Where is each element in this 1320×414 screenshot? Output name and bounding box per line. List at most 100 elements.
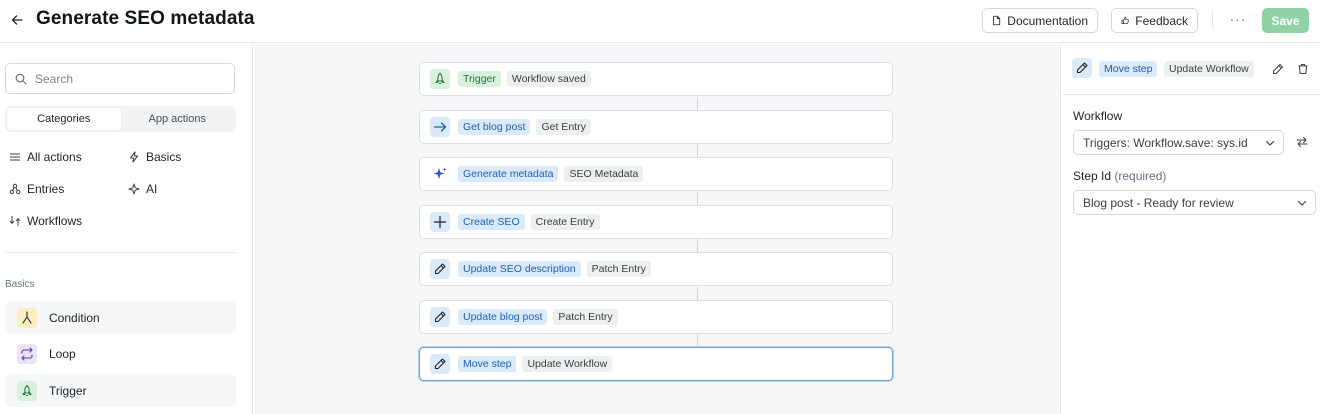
step-type-tag: Get Entry xyxy=(536,119,591,135)
step-update-seo-description[interactable]: Update SEO description Patch Entry xyxy=(419,252,893,286)
tab-categories[interactable]: Categories xyxy=(7,108,121,130)
swap-icon xyxy=(1296,137,1308,147)
basics-condition[interactable]: Condition xyxy=(5,301,236,334)
search-icon xyxy=(15,73,27,85)
step-update-blog-post[interactable]: Update blog post Patch Entry xyxy=(419,300,893,334)
step-action-tag: Update blog post xyxy=(458,309,548,325)
top-bar: Generate SEO metadata Documentation Feed… xyxy=(0,0,1320,43)
nav-entries[interactable]: Entries xyxy=(9,182,64,196)
header-divider xyxy=(1212,11,1213,30)
step-action-tag: Trigger xyxy=(458,71,501,87)
trigger-icon xyxy=(430,69,450,89)
step-config-panel: Move step Update Workflow Workflow Trigg… xyxy=(1060,44,1320,414)
loop-icon xyxy=(17,343,37,364)
documentation-button[interactable]: Documentation xyxy=(982,8,1098,33)
step-type-tag: Patch Entry xyxy=(586,261,651,277)
step-action-tag: Create SEO xyxy=(458,214,525,230)
panel-header: Move step Update Workflow xyxy=(1061,44,1320,95)
edit-step-button[interactable] xyxy=(1267,58,1289,80)
trigger-icon xyxy=(17,380,37,401)
page-title: Generate SEO metadata xyxy=(36,8,255,29)
pencil-icon xyxy=(430,259,450,279)
bolt-icon xyxy=(129,151,139,163)
connector xyxy=(697,97,698,110)
step-move-step[interactable]: Move step Update Workflow xyxy=(419,347,893,381)
connector xyxy=(697,239,698,252)
search-input[interactable] xyxy=(35,71,215,86)
step-action-tag: Move step xyxy=(458,356,517,372)
document-icon xyxy=(993,15,1001,26)
nav-basics-label: Basics xyxy=(146,150,182,164)
entries-icon xyxy=(9,183,21,195)
arrow-right-icon xyxy=(430,117,450,137)
chevron-down-icon xyxy=(1265,140,1275,146)
nav-workflows[interactable]: Workflows xyxy=(9,214,82,228)
step-id-label: Step Id xyxy=(1073,169,1112,183)
step-action-tag: Get blog post xyxy=(458,119,531,135)
connector xyxy=(697,334,698,347)
step-id-field-label: Step Id (required) xyxy=(1073,169,1166,183)
required-label: (required) xyxy=(1114,169,1167,183)
nav-all-actions[interactable]: All actions xyxy=(9,150,82,164)
arrow-left-icon xyxy=(11,15,23,25)
pencil-icon xyxy=(430,307,450,327)
save-button[interactable]: Save xyxy=(1262,8,1309,33)
chevron-down-icon xyxy=(1297,200,1307,206)
condition-icon xyxy=(17,307,37,328)
list-icon xyxy=(10,153,20,161)
nav-ai[interactable]: AI xyxy=(128,182,157,196)
workflow-icon xyxy=(9,216,21,226)
sparkle-icon xyxy=(430,164,450,184)
step-type-tag: SEO Metadata xyxy=(564,166,644,182)
basics-trigger-label: Trigger xyxy=(49,383,87,398)
step-type-tag: Workflow saved xyxy=(506,71,591,87)
nav-basics[interactable]: Basics xyxy=(128,150,181,164)
nav-all-actions-label: All actions xyxy=(27,150,82,164)
feedback-button[interactable]: Feedback xyxy=(1111,8,1198,33)
step-type-tag: Create Entry xyxy=(530,214,600,230)
swap-source-button[interactable] xyxy=(1291,131,1313,153)
nav-entries-label: Entries xyxy=(27,182,65,196)
connector xyxy=(697,287,698,300)
thumbs-up-icon xyxy=(1121,16,1129,25)
workflow-select[interactable]: Triggers: Workflow.save: sys.id xyxy=(1073,130,1284,155)
pencil-icon xyxy=(1072,58,1092,78)
feedback-label: Feedback xyxy=(1135,13,1188,28)
sparkle-icon xyxy=(128,183,140,195)
connector xyxy=(697,144,698,157)
step-get-blog-post[interactable]: Get blog post Get Entry xyxy=(419,110,893,144)
workflow-field-label: Workflow xyxy=(1073,109,1123,123)
step-type-tag: Patch Entry xyxy=(553,309,618,325)
step-trigger[interactable]: Trigger Workflow saved xyxy=(419,62,893,96)
basics-loop[interactable]: Loop xyxy=(5,337,236,370)
trash-icon xyxy=(1298,63,1308,75)
pencil-icon xyxy=(1272,63,1284,75)
more-options-button[interactable]: ··· xyxy=(1228,11,1248,29)
step-id-select-value: Blog post - Ready for review xyxy=(1083,195,1234,210)
pencil-icon xyxy=(430,354,450,374)
step-generate-metadata[interactable]: Generate metadata SEO Metadata xyxy=(419,157,893,191)
step-type-tag: Update Workflow xyxy=(522,356,613,372)
search-box[interactable] xyxy=(5,63,235,94)
nav-workflows-label: Workflows xyxy=(27,214,83,228)
step-action-tag: Generate metadata xyxy=(458,166,559,182)
actions-sidebar: Categories App actions All actions Basic… xyxy=(0,44,253,414)
connector xyxy=(697,192,698,205)
documentation-label: Documentation xyxy=(1007,13,1088,28)
back-button[interactable] xyxy=(10,11,24,29)
panel-type-tag: Update Workflow xyxy=(1164,61,1254,77)
delete-step-button[interactable] xyxy=(1292,58,1314,80)
tab-app-actions[interactable]: App actions xyxy=(121,108,235,130)
step-create-seo[interactable]: Create SEO Create Entry xyxy=(419,205,893,239)
step-id-select[interactable]: Blog post - Ready for review xyxy=(1073,190,1316,215)
workflow-select-value: Triggers: Workflow.save: sys.id xyxy=(1083,135,1248,150)
basics-loop-label: Loop xyxy=(49,346,76,361)
sidebar-divider xyxy=(5,252,236,253)
category-tabs: Categories App actions xyxy=(5,106,236,132)
basics-condition-label: Condition xyxy=(49,310,100,325)
nav-ai-label: AI xyxy=(146,182,158,196)
plus-icon xyxy=(430,212,450,232)
panel-action-tag: Move step xyxy=(1099,61,1158,77)
step-action-tag: Update SEO description xyxy=(458,261,581,277)
basics-trigger[interactable]: Trigger xyxy=(5,374,236,407)
